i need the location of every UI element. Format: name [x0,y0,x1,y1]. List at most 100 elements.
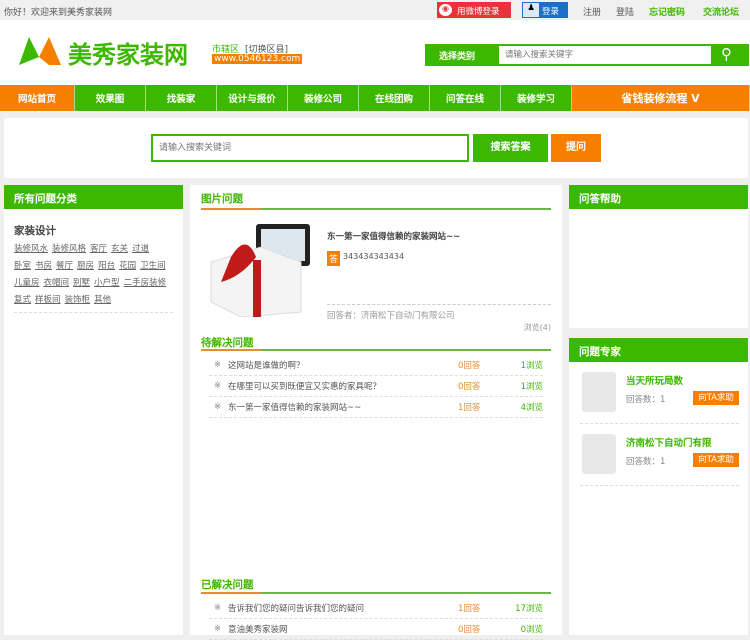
category-tag[interactable]: 卧室 [14,258,31,275]
search-section: 搜索答案 提问 [4,118,748,178]
signin-link[interactable]: 登陆 [616,5,634,18]
category-tags: 装修风水 装修风格 客厅 玄关 过道卧室 书房 餐厅 厨房 阳台 花园 卫生间儿童房 衣帽间 别墅 小户型… [14,241,173,313]
nav-item[interactable]: 找装家 [146,85,217,111]
view-count: 0浏览 [520,625,543,635]
answer-count: 1回答 [458,403,481,413]
category-tag[interactable]: 小户型 [94,275,120,292]
bullet-mark: ※ [214,624,222,634]
question-row[interactable]: ※ 东一第一家值得信赖的家装网站~~ 1回答 4浏览 [209,397,543,418]
weibo-login-button[interactable]: 用微博登录 ◉ [437,2,511,18]
expert-name[interactable]: 济南松下自动门有限 [626,435,712,449]
question-title[interactable]: 告诉我们您的疑问告诉我们您的疑问 [228,602,458,614]
category-tag[interactable]: 客厅 [90,241,107,258]
nav-item[interactable]: 装修公司 [288,85,359,111]
question-title[interactable]: 东一第一家值得信赖的家装网站~~ [228,401,458,413]
picture-question-item[interactable]: 东一第一家值得信赖的家装网站~~ 答 343434343434 回答者：济南松下… [201,210,551,322]
experts-panel-title: 问题专家 [569,338,748,362]
solved-list: ※ 告诉我们您的疑问告诉我们您的疑问 1回答 17浏览 ※ 意油美秀家装网 0回答 0浏览 [209,598,543,640]
category-tag[interactable]: 书房 [35,258,52,275]
question-row[interactable]: ※ 在哪里可以买到既便宜又实惠的家具呢？ 0回答 1浏览 [209,376,543,397]
view-count: 17浏览 [515,604,543,614]
welcome-text: 你好！欢迎来到美秀家装网 [4,8,113,18]
question-title[interactable]: 意油美秀家装网 [228,623,458,635]
nav-item-home[interactable]: 网站首页 [0,85,75,111]
answer-count: 0回答 [458,382,481,392]
category-tag[interactable]: 厨房 [77,258,94,275]
category-tag[interactable]: 衣帽间 [44,275,70,292]
expert-name[interactable]: 当天所玩局数 [626,373,683,387]
question-row[interactable]: ※ 这网站是谁做的啊？ 0回答 1浏览 [209,355,543,376]
category-tag[interactable]: 儿童房 [14,275,40,292]
top-bar: 你好！欢迎来到美秀家装网 用微博登录 ◉ 登录 ♟ 注册 登陆 忘记密码 交流论坛 [0,0,750,20]
search-answer-button[interactable]: 搜索答案 [473,134,548,162]
solved-questions-title: 已解决问题 [201,577,551,594]
expert-avatar [582,372,616,412]
category-tag[interactable]: 过道 [132,241,149,258]
weibo-icon: ◉ [439,4,452,16]
qq-login-label: 登录 [542,7,560,17]
picture-answer: 343434343434 [343,252,405,261]
category-tag[interactable]: 复式 [14,292,31,309]
question-title[interactable]: 在哪里可以买到既便宜又实惠的家具呢？ [228,380,458,392]
header-search-input[interactable] [499,46,711,64]
answer-badge: 答 [327,251,341,266]
qq-login-button[interactable]: 登录 ♟ [522,2,568,18]
category-tag[interactable]: 阳台 [98,258,115,275]
bullet-mark: ※ [214,402,222,412]
nav-item[interactable]: 问答在线 [430,85,501,111]
category-tag[interactable]: 花园 [119,258,136,275]
header: 美秀家装网 市辖区 [切换区县] www.0546123.com 选择类别 ⚲ [0,20,750,85]
question-search-input[interactable] [151,134,469,162]
category-tag[interactable]: 其他 [94,292,111,309]
ask-expert-button[interactable]: 向TA求助 [693,391,739,405]
bullet-mark: ※ [214,603,222,613]
category-tag[interactable]: 装修风格 [52,241,86,258]
ask-expert-button[interactable]: 向TA求助 [693,453,739,467]
question-row[interactable]: ※ 告诉我们您的疑问告诉我们您的疑问 1回答 17浏览 [209,598,543,619]
nav-item[interactable]: 装修学习 [501,85,572,111]
category-tag[interactable]: 二手房装修 [124,275,167,292]
nav-item[interactable]: 设计与报价 [217,85,288,111]
view-count: 4浏览 [520,403,543,413]
bullet-mark: ※ [214,360,222,370]
help-panel: 问答帮助 [569,185,748,328]
category-tag[interactable]: 装饰柜 [65,292,91,309]
search-icon[interactable]: ⚲ [721,45,732,63]
answerer: 回答者：济南松下自动门有限公司 [327,311,455,321]
category-group-title: 家装设计 [14,225,56,237]
category-tag[interactable]: 玄关 [111,241,128,258]
category-tag[interactable]: 餐厅 [56,258,73,275]
gift-tablet-image [210,224,310,317]
answer-count: 0回答 [458,625,481,635]
category-tag[interactable]: 卫生间 [140,258,166,275]
question-row[interactable]: ※ 意油美秀家装网 0回答 0浏览 [209,619,543,640]
picture-question-title[interactable]: 东一第一家值得信赖的家装网站~~ [327,230,460,242]
category-tag[interactable]: 装修风水 [14,241,48,258]
question-title[interactable]: 这网站是谁做的啊？ [228,359,458,371]
ask-button[interactable]: 提问 [551,134,601,162]
logo-text[interactable]: 美秀家装网 [68,35,188,70]
forgot-password-link[interactable]: 忘记密码 [649,5,685,18]
nav-item[interactable]: 效果图 [75,85,146,111]
qq-penguin-icon: ♟ [523,3,539,17]
category-panel: 所有问题分类 家装设计 装修风水 装修风格 客厅 玄关 过道卧室 书房 餐厅 厨房 阳台 花园 卫生… [4,185,183,635]
nav-item[interactable]: 在线团购 [359,85,430,111]
weibo-login-label: 用微博登录 [457,7,500,17]
pending-list: ※ 这网站是谁做的啊？ 0回答 1浏览 ※ 在哪里可以买到既便宜又实惠的家具呢？ 0回答 1浏… [209,355,543,418]
forum-link[interactable]: 交流论坛 [703,5,739,18]
expert-item: 当天所玩局数回答数：1 向TA求助 [580,368,739,424]
view-count: 1浏览 [520,361,543,371]
bullet-mark: ※ [214,381,222,391]
answer-count: 0回答 [458,361,481,371]
category-tag[interactable]: 样板间 [35,292,61,309]
register-link[interactable]: 注册 [583,5,601,18]
category-tag[interactable]: 别墅 [73,275,90,292]
category-select[interactable]: 选择类别 [439,49,475,62]
nav-item-saving-process[interactable]: 省钱装修流程 V [572,85,750,111]
expert-answer-count: 回答数：1 [626,395,666,405]
picture-questions-title: 图片问题 [201,191,551,210]
help-panel-title: 问答帮助 [569,185,748,209]
main-content: 图片问题 东一第一家值得信赖的家装网站~~ 答 343434343434 回答者… [190,185,562,640]
pending-questions-title: 待解决问题 [201,332,551,351]
header-search: 选择类别 ⚲ [425,44,749,66]
